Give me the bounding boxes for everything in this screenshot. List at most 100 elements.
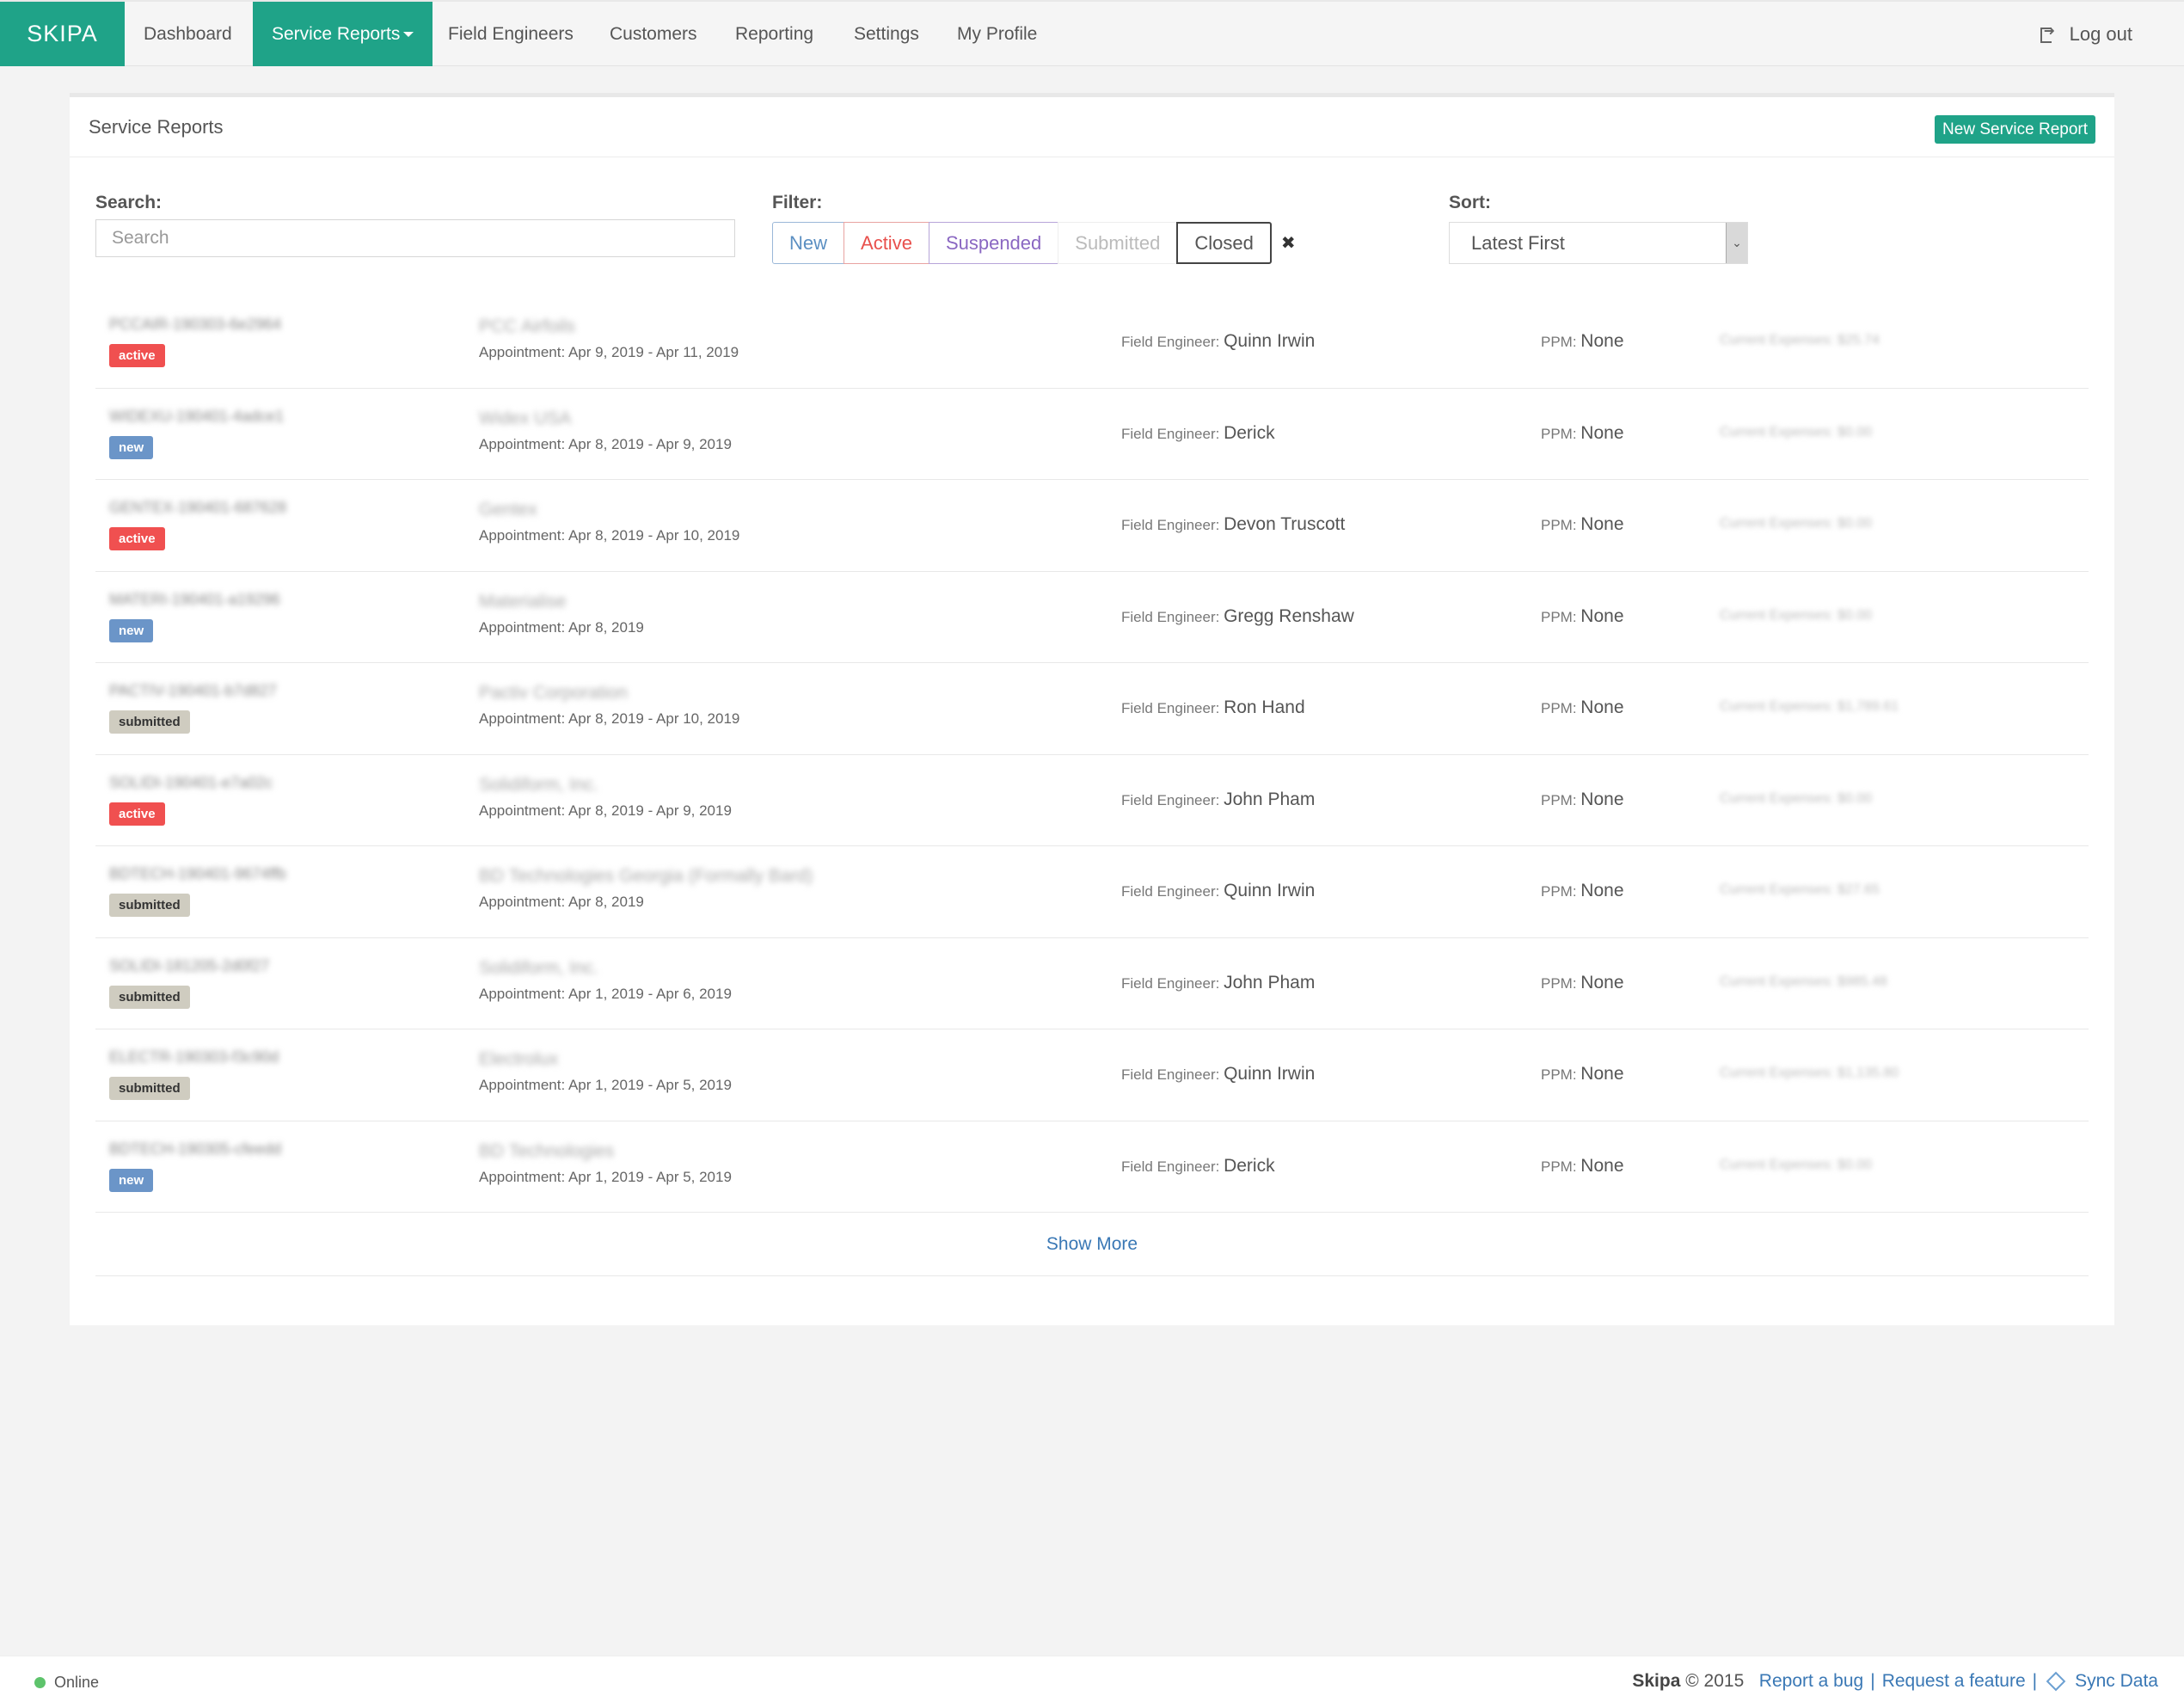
report-row[interactable]: PACTIV-190401-b7d827 submitted Pactiv Corp… — [95, 663, 2089, 755]
ppm-label: PPM: — [1541, 974, 1577, 992]
field-engineer-label: Field Engineer: — [1121, 883, 1220, 900]
report-reference[interactable]: SOLIDI-190401-e7a02c — [109, 774, 273, 792]
field-engineer-name: Devon Truscott — [1224, 514, 1346, 534]
appointment-dates: Appointment: Apr 8, 2019 — [479, 894, 644, 910]
nav-my-profile[interactable]: My Profile — [957, 2, 1037, 66]
caret-down-icon — [403, 31, 414, 37]
online-dot-icon — [34, 1677, 46, 1688]
report-reference[interactable]: GENTEX-190401-687628 — [109, 499, 286, 517]
current-expenses: Current Expenses: $0.00 — [1720, 516, 1872, 531]
report-row[interactable]: WIDEXU-190401-4adce1 new Widex USA Appointm… — [95, 389, 2089, 480]
nav-dashboard[interactable]: Dashboard — [144, 2, 232, 66]
logout-button[interactable]: Log out — [2040, 2, 2132, 66]
appointment-dates: Appointment: Apr 8, 2019 - Apr 9, 2019 — [479, 802, 732, 819]
ppm: PPM: None — [1541, 331, 1624, 352]
customer-name: Solidiform, Inc. — [479, 774, 598, 795]
appointment-dates: Appointment: Apr 1, 2019 - Apr 5, 2019 — [479, 1168, 732, 1185]
search-input[interactable]: Search — [95, 219, 735, 257]
report-bug-link[interactable]: Report a bug — [1759, 1671, 1863, 1692]
field-engineer-label: Field Engineer: — [1121, 1066, 1220, 1083]
top-navbar: SKIPA Dashboard Service Reports Field En… — [0, 0, 2184, 66]
filter-suspended-button[interactable]: Suspended — [928, 222, 1059, 264]
report-row[interactable]: BDTECH-190305-cfeedd new BD Technologies Ap… — [95, 1121, 2089, 1213]
sort-label: Sort: — [1449, 193, 1491, 212]
report-list: PCCAIR-190303-6e2964 active PCC Airfoils Ap… — [95, 297, 2089, 1276]
current-expenses: Current Expenses: $1,789.61 — [1720, 699, 1899, 714]
nav-reporting[interactable]: Reporting — [735, 2, 813, 66]
ppm: PPM: None — [1541, 697, 1624, 718]
field-engineer: Field Engineer: John Pham — [1121, 973, 1315, 993]
filter-closed-button[interactable]: Closed — [1176, 222, 1272, 264]
field-engineer: Field Engineer: Ron Hand — [1121, 697, 1305, 718]
online-status: Online — [34, 1674, 99, 1692]
appointment-dates: Appointment: Apr 8, 2019 - Apr 10, 2019 — [479, 710, 740, 727]
report-row[interactable]: SOLIDI-181205-2d0f27 submitted Solidiform,… — [95, 938, 2089, 1029]
report-row[interactable]: BDTECH-190401-9674ffb submitted BD Technol… — [95, 846, 2089, 938]
ppm-value: None — [1580, 331, 1624, 351]
report-reference[interactable]: PACTIV-190401-b7d827 — [109, 682, 277, 700]
nav-customers[interactable]: Customers — [610, 2, 697, 66]
report-row[interactable]: PCCAIR-190303-6e2964 active PCC Airfoils Ap… — [95, 297, 2089, 389]
filter-new-button[interactable]: New — [772, 222, 845, 264]
field-engineer-label: Field Engineer: — [1121, 791, 1220, 808]
field-engineer-name: Quinn Irwin — [1224, 331, 1316, 351]
request-feature-link[interactable]: Request a feature — [1882, 1671, 2026, 1692]
customer-name: BD Technologies — [479, 1140, 615, 1161]
filter-active-button[interactable]: Active — [844, 222, 929, 264]
appointment-dates: Appointment: Apr 1, 2019 - Apr 5, 2019 — [479, 1077, 732, 1093]
report-reference[interactable]: ELECTR-190303-f3c90d — [109, 1048, 279, 1066]
ppm-value: None — [1580, 605, 1624, 626]
nav-field-engineers[interactable]: Field Engineers — [448, 2, 574, 66]
current-expenses: Current Expenses: $0.00 — [1720, 424, 1872, 439]
report-reference[interactable]: MATERI-190401-a19296 — [109, 591, 280, 609]
field-engineer-label: Field Engineer: — [1121, 700, 1220, 716]
ppm-label: PPM: — [1541, 700, 1577, 716]
customer-name: Pactiv Corporation — [479, 683, 628, 703]
sort-value: Latest First — [1471, 231, 1565, 254]
nav-settings[interactable]: Settings — [854, 2, 919, 66]
report-reference[interactable]: SOLIDI-181205-2d0f27 — [109, 957, 269, 975]
report-reference[interactable]: BDTECH-190305-cfeedd — [109, 1140, 281, 1158]
current-expenses: Current Expenses: $0.00 — [1720, 607, 1872, 623]
field-engineer-label: Field Engineer: — [1121, 608, 1220, 625]
footer-separator: | — [2032, 1671, 2038, 1691]
customer-name: PCC Airfoils — [479, 316, 576, 336]
search-label: Search: — [95, 193, 163, 212]
filter-submitted-button[interactable]: Submitted — [1058, 222, 1178, 264]
field-engineer-name: John Pham — [1224, 789, 1316, 809]
report-reference[interactable]: WIDEXU-190401-4adce1 — [109, 408, 284, 426]
brand-logo[interactable]: SKIPA — [0, 2, 125, 66]
report-reference[interactable]: PCCAIR-190303-6e2964 — [109, 316, 281, 334]
field-engineer-name: Quinn Irwin — [1224, 881, 1316, 900]
field-engineer: Field Engineer: Devon Truscott — [1121, 514, 1345, 535]
footer-brand: Skipa — [1632, 1671, 1681, 1691]
status-badge: submitted — [109, 894, 190, 917]
chevron-down-icon[interactable]: ⌄ — [1726, 223, 1747, 263]
field-engineer-name: Derick — [1224, 1155, 1275, 1176]
footer-separator: | — [1870, 1671, 1875, 1691]
status-badge: submitted — [109, 710, 190, 734]
logout-label: Log out — [2069, 22, 2132, 45]
report-reference[interactable]: BDTECH-190401-9674ffb — [109, 865, 286, 883]
footer-copyright: © 2015 — [1685, 1671, 1745, 1691]
customer-name: Gentex — [479, 500, 537, 519]
customer-name: Materialise — [479, 591, 567, 611]
status-badge: active — [109, 344, 165, 367]
report-row[interactable]: ELECTR-190303-f3c90d submitted Electrolux A… — [95, 1029, 2089, 1121]
report-row[interactable]: SOLIDI-190401-e7a02c active Solidiform, In… — [95, 755, 2089, 846]
nav-service-reports[interactable]: Service Reports — [253, 2, 433, 66]
field-engineer-label: Field Engineer: — [1121, 334, 1220, 350]
clear-filter-icon[interactable]: ✖ — [1281, 232, 1296, 254]
report-row[interactable]: MATERI-190401-a19296 new Materialise Appoin… — [95, 572, 2089, 663]
show-more-link[interactable]: Show More — [1046, 1234, 1138, 1255]
ppm-label: PPM: — [1541, 883, 1577, 900]
service-reports-panel: Service Reports New Service Report Searc… — [70, 93, 2114, 1325]
ppm-label: PPM: — [1541, 334, 1577, 350]
ppm-label: PPM: — [1541, 425, 1577, 442]
report-row[interactable]: GENTEX-190401-687628 active Gentex Appointm… — [95, 480, 2089, 572]
appointment-dates: Appointment: Apr 9, 2019 - Apr 11, 2019 — [479, 344, 739, 360]
sync-data-link[interactable]: Sync Data — [2075, 1671, 2158, 1692]
ppm-value: None — [1580, 1155, 1624, 1176]
new-service-report-button[interactable]: New Service Report — [1935, 115, 2095, 144]
sort-select[interactable]: Latest First ⌄ — [1449, 222, 1748, 264]
